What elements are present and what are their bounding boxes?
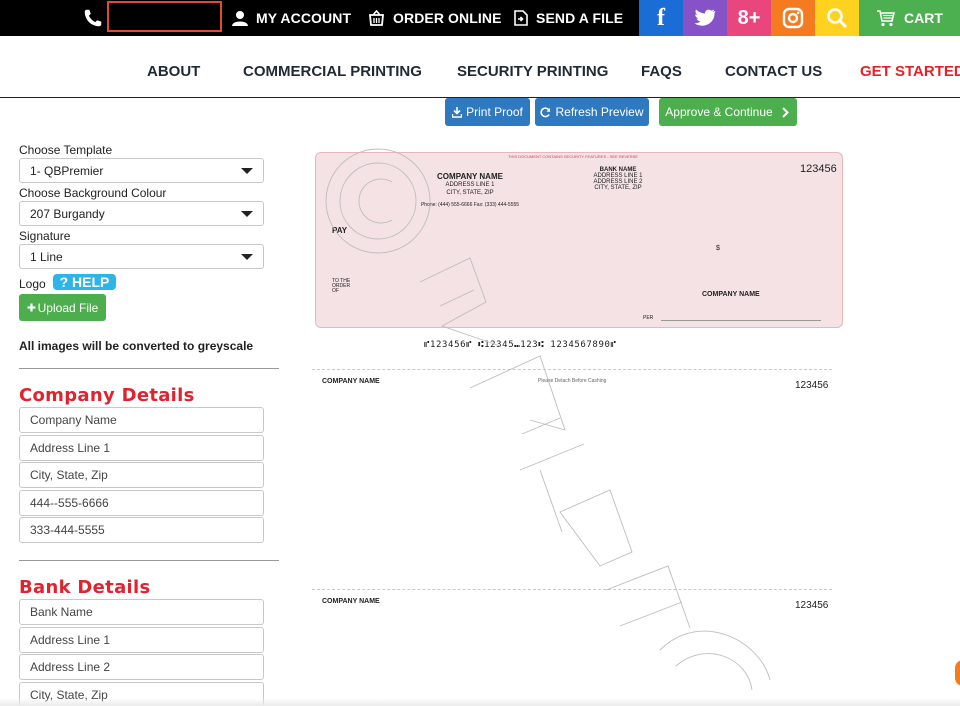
basket-icon (369, 10, 384, 26)
nav-get-started[interactable]: GET STARTED (860, 63, 960, 80)
facebook-glyph: f (657, 4, 665, 31)
stub-company-name: COMPANY NAME (322, 378, 380, 385)
nav-contact-us[interactable]: CONTACT US (725, 63, 822, 80)
nav-faqs[interactable]: FAQS (641, 63, 682, 80)
upload-file-button[interactable]: Upload File (19, 294, 106, 321)
cart-label: CART (904, 10, 943, 26)
bank-name-field[interactable]: Bank Name (19, 599, 264, 625)
twitter-bird-shape (694, 9, 716, 26)
refresh-icon (540, 106, 551, 117)
cheque-company-address: ADDRESS LINE 1 (445, 182, 495, 188)
phone-icon[interactable] (82, 7, 104, 29)
bottom-shadow (0, 698, 960, 706)
plus-icon (27, 303, 36, 312)
company-name-field[interactable]: Company Name (19, 407, 264, 433)
company-details-title: Company Details (19, 385, 195, 406)
micr-line: ⑈123456⑈ ⑆12345⑉123⑆ 1234567890⑈ (424, 340, 617, 350)
cheque-to-the-order-of: TO THE ORDER OF (332, 278, 351, 294)
download-icon (452, 106, 463, 118)
cheque-payee-company: COMPANY NAME (702, 291, 760, 298)
cart-button[interactable]: CART (859, 0, 960, 36)
company-fax-field[interactable]: 333-444-5555 (19, 517, 264, 543)
magnifier-shape (827, 8, 848, 29)
order-online-label: ORDER ONLINE (393, 10, 502, 26)
background-colour-select[interactable]: 207 Burgandy (19, 201, 264, 226)
main-nav: ABOUT COMMERCIAL PRINTING SECURITY PRINT… (0, 36, 960, 98)
choose-template-label: Choose Template (19, 143, 113, 157)
google-plus-icon[interactable]: 8+ (727, 0, 771, 36)
divider (19, 560, 279, 561)
twitter-icon[interactable] (683, 0, 727, 36)
approve-continue-button[interactable]: Approve & Continue (659, 98, 797, 126)
search-icon[interactable] (815, 0, 859, 36)
cheque-company-city: CITY, STATE, ZIP (446, 190, 494, 196)
signature-label: Signature (19, 229, 71, 243)
chat-widget-tab[interactable] (955, 660, 960, 686)
company-address-field[interactable]: Address Line 1 (19, 435, 264, 461)
cheque-bank-city: CITY, STATE, ZIP (594, 185, 642, 191)
greyscale-note: All images will be converted to greyscal… (19, 339, 254, 353)
cheque-dollar-sign: $ (716, 245, 720, 252)
choose-background-label: Choose Background Colour (19, 186, 167, 200)
print-proof-button[interactable]: Print Proof (445, 98, 530, 126)
cart-icon (877, 10, 896, 27)
cheque-phone-line: Phone: (444) 555-6666 Fax: (333) 444-555… (420, 202, 520, 208)
upload-file-icon (514, 10, 528, 26)
chevron-down-icon (241, 168, 253, 174)
cheque-per-label: PER (643, 315, 654, 321)
template-select[interactable]: 1- QBPremier (19, 158, 264, 183)
my-account-label: MY ACCOUNT (256, 10, 352, 26)
detach-line (312, 589, 832, 590)
nav-commercial-printing[interactable]: COMMERCIAL PRINTING (243, 63, 422, 80)
bank-details-title: Bank Details (19, 577, 151, 598)
chevron-down-icon (241, 254, 253, 260)
cheque-company-name: COMPANY NAME (437, 172, 503, 181)
bank-address-1-field[interactable]: Address Line 1 (19, 627, 264, 653)
facebook-icon[interactable]: f (639, 0, 683, 36)
cheque-preview: THIS DOCUMENT CONTAINS SECURITY FEATURES… (315, 152, 843, 328)
cheque-pay-label: PAY (332, 226, 348, 235)
help-button[interactable]: ? HELP (53, 274, 116, 290)
detach-line (312, 369, 832, 370)
upload-file-label: Upload File (37, 300, 99, 315)
nav-security-printing[interactable]: SECURITY PRINTING (457, 63, 608, 80)
order-online-link[interactable]: ORDER ONLINE (368, 0, 502, 36)
signature-select-value: 1 Line (30, 249, 63, 264)
chevron-down-icon (241, 211, 253, 217)
approve-continue-label: Approve & Continue (665, 105, 773, 119)
template-select-value: 1- QBPremier (30, 163, 104, 178)
my-account-link[interactable]: MY ACCOUNT (232, 0, 351, 36)
detach-note: Please Detach Before Cashing (538, 378, 607, 384)
stub-number: 123456 (795, 380, 829, 391)
stub-company-name: COMPANY NAME (322, 598, 380, 605)
signature-select[interactable]: 1 Line (19, 244, 264, 269)
stub-number: 123456 (795, 600, 829, 611)
cheque-number: 123456 (800, 163, 837, 175)
instagram-icon[interactable] (771, 0, 815, 36)
signature-line (661, 320, 821, 321)
google-plus-glyph: 8+ (737, 6, 761, 29)
user-icon (232, 11, 248, 26)
company-phone-field[interactable]: 444--555-6666 (19, 490, 264, 516)
company-city-field[interactable]: City, State, Zip (19, 462, 264, 488)
logo-label: Logo (19, 277, 46, 291)
instagram-camera-shape (782, 7, 804, 29)
background-select-value: 207 Burgandy (30, 206, 105, 221)
chevron-right-icon (781, 106, 789, 118)
divider (19, 368, 279, 369)
nav-about[interactable]: ABOUT (147, 63, 200, 80)
send-a-file-label: SEND A FILE (536, 10, 624, 26)
top-bar: MY ACCOUNT ORDER ONLINE SEND A FILE f 8+ (0, 0, 960, 36)
bank-address-2-field[interactable]: Address Line 2 (19, 654, 264, 680)
print-proof-label: Print Proof (466, 105, 523, 119)
refresh-preview-button[interactable]: Refresh Preview (535, 98, 649, 126)
send-a-file-link[interactable]: SEND A FILE (514, 0, 623, 36)
security-note: THIS DOCUMENT CONTAINS SECURITY FEATURES… (508, 154, 638, 159)
refresh-preview-label: Refresh Preview (555, 105, 644, 119)
search-input[interactable] (107, 1, 222, 32)
